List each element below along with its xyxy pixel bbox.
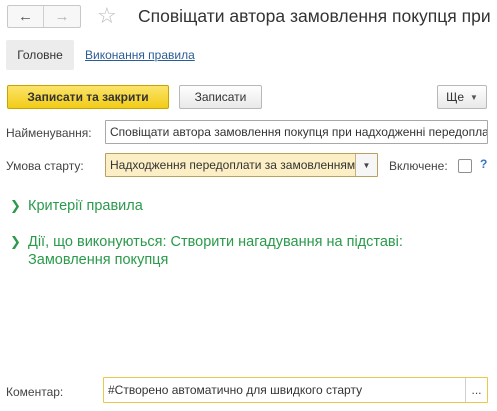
tab-rule-executions[interactable]: Виконання правила	[85, 48, 195, 62]
save-and-close-button[interactable]: Записати та закрити	[7, 85, 169, 109]
star-icon[interactable]: ☆	[97, 3, 117, 29]
more-button-label: Ще	[446, 90, 464, 104]
comment-input[interactable]: #Створено автоматично для швидкого старт…	[104, 378, 465, 402]
more-button[interactable]: Ще ▼	[437, 85, 487, 109]
chevron-down-icon: ▼	[470, 92, 478, 102]
actions-group-label: Дії, що виконуються: Створити нагадуванн…	[28, 234, 403, 268]
comment-field[interactable]: #Створено автоматично для швидкого старт…	[103, 377, 488, 403]
save-button[interactable]: Записати	[179, 85, 262, 109]
criteria-group-label: Критерії правила	[28, 198, 143, 214]
dropdown-button[interactable]: ▼	[355, 154, 377, 176]
window-title: Сповіщати автора замовлення покупця при …	[138, 6, 496, 26]
condition-label: Умова старту:	[6, 159, 84, 173]
enabled-checkbox[interactable]	[458, 159, 472, 173]
tab-main[interactable]: Головне	[6, 40, 74, 70]
chevron-right-icon: ❯	[10, 234, 21, 249]
actions-group[interactable]: ❯ Дії, що виконуються: Створити нагадува…	[10, 233, 430, 269]
navigation-buttons: ← →	[7, 5, 81, 28]
arrow-left-icon: ←	[18, 8, 33, 25]
comment-more-button[interactable]: ...	[465, 378, 487, 402]
chevron-right-icon: ❯	[10, 198, 21, 213]
forward-button[interactable]: →	[44, 6, 80, 27]
back-button[interactable]: ←	[8, 6, 45, 27]
name-label: Найменування:	[6, 126, 92, 140]
condition-value: Надходження передоплати за замовленням	[110, 158, 355, 172]
chevron-down-icon: ▼	[362, 160, 371, 170]
comment-label: Коментар:	[6, 385, 64, 399]
condition-select[interactable]: Надходження передоплати за замовленням ▼	[105, 153, 378, 177]
help-icon[interactable]: ?	[480, 157, 487, 171]
criteria-group[interactable]: ❯ Критерії правила	[10, 197, 143, 215]
arrow-right-icon: →	[54, 8, 70, 25]
name-input[interactable]: Сповіщати автора замовлення покупця при …	[105, 120, 488, 144]
enabled-label: Включене:	[389, 159, 448, 173]
